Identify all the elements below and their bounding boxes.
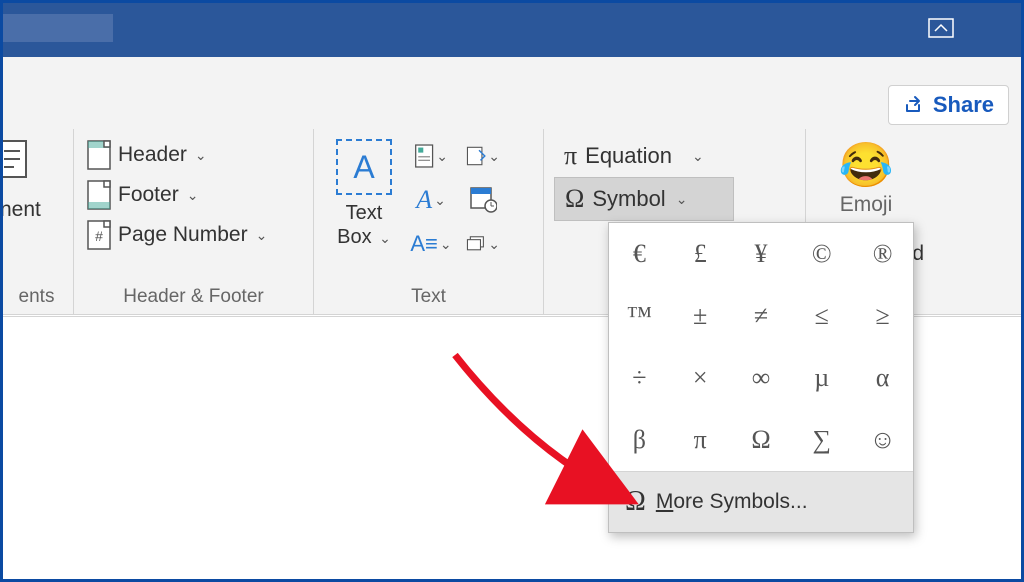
symbol-cell-16[interactable]: π (670, 409, 731, 471)
comments-group: nent ents (0, 129, 74, 314)
symbol-cell-6[interactable]: ± (670, 285, 731, 347)
emoji-button[interactable]: 😂 (816, 139, 916, 191)
signature-line-button[interactable]: ⌄ (466, 139, 500, 173)
chevron-down-icon: ⌄ (676, 191, 688, 208)
text-box-icon: A (336, 139, 392, 195)
equation-button[interactable]: π Equation ⌄ (554, 135, 795, 177)
symbol-cell-10[interactable]: ÷ (609, 347, 670, 409)
footer-button[interactable]: Footer ⌄ (84, 175, 303, 215)
chevron-down-icon: ⌄ (379, 230, 391, 246)
share-button[interactable]: Share (888, 85, 1009, 125)
comment-label-partial: nent (0, 198, 63, 222)
text-group-label: Text (314, 286, 543, 308)
date-time-button[interactable] (466, 183, 500, 217)
object-button[interactable]: ⌄ (466, 227, 500, 261)
more-symbols-button[interactable]: Ω More Symbols... (609, 471, 913, 532)
symbol-button[interactable]: Ω Symbol ⌄ (554, 177, 734, 221)
symbol-cell-1[interactable]: £ (670, 223, 731, 285)
symbol-cell-8[interactable]: ≤ (791, 285, 852, 347)
hf-group-label: Header & Footer (74, 286, 313, 308)
header-footer-group: Header ⌄ Footer ⌄ # Page Number ⌄ Header… (74, 129, 314, 314)
symbol-cell-0[interactable]: € (609, 223, 670, 285)
collapse-ribbon-button[interactable] (928, 18, 954, 38)
symbol-cell-14[interactable]: α (852, 347, 913, 409)
quick-parts-button[interactable]: ⌄ (414, 139, 448, 173)
title-bar (0, 0, 1024, 57)
symbol-cell-11[interactable]: × (670, 347, 731, 409)
header-label: Header (118, 143, 187, 167)
header-button[interactable]: Header ⌄ (84, 135, 303, 175)
chevron-down-icon: ⌄ (692, 148, 704, 165)
svg-text:#: # (95, 228, 103, 244)
symbol-cell-15[interactable]: β (609, 409, 670, 471)
chevron-down-icon: ⌄ (195, 147, 207, 164)
comment-icon[interactable] (0, 139, 36, 187)
keyboard-partial-label: d (912, 242, 924, 266)
symbol-dropdown-panel: €£¥©®™±≠≤≥÷×∞µαβπΩ∑☺ Ω More Symbols... (608, 222, 914, 533)
symbol-cell-2[interactable]: ¥ (731, 223, 792, 285)
omega-icon: Ω (625, 486, 646, 518)
pi-icon: π (564, 141, 577, 171)
symbol-cell-13[interactable]: µ (791, 347, 852, 409)
symbol-cell-12[interactable]: ∞ (731, 347, 792, 409)
chevron-down-icon: ⌄ (256, 227, 268, 244)
symbol-cell-4[interactable]: ® (852, 223, 913, 285)
text-group: A Text Box ⌄ ⌄ ⌄ A⌄ A≡⌄ ⌄ Text (314, 129, 544, 314)
equation-label: Equation (585, 143, 672, 169)
page-number-label: Page Number (118, 223, 248, 247)
symbol-cell-18[interactable]: ∑ (791, 409, 852, 471)
symbol-label: Symbol (592, 186, 665, 212)
page-number-icon: # (86, 219, 112, 251)
footer-label: Footer (118, 183, 179, 207)
symbol-cell-17[interactable]: Ω (731, 409, 792, 471)
more-symbols-label: More Symbols... (656, 490, 808, 514)
wordart-button[interactable]: A⌄ (414, 183, 448, 217)
omega-icon: Ω (565, 184, 584, 214)
chevron-down-icon: ⌄ (187, 187, 199, 204)
page-number-button[interactable]: # Page Number ⌄ (84, 215, 303, 255)
drop-cap-button[interactable]: A≡⌄ (414, 227, 448, 261)
symbol-cell-19[interactable]: ☺ (852, 409, 913, 471)
comments-group-label: ents (0, 286, 73, 308)
document-name-placeholder (3, 14, 113, 42)
symbol-cell-7[interactable]: ≠ (731, 285, 792, 347)
share-icon (903, 94, 925, 116)
symbol-cell-5[interactable]: ™ (609, 285, 670, 347)
symbol-cell-9[interactable]: ≥ (852, 285, 913, 347)
symbol-cell-3[interactable]: © (791, 223, 852, 285)
header-icon (86, 139, 112, 171)
text-box-label: Text Box (337, 202, 382, 248)
emoji-label: Emoji (816, 193, 916, 217)
share-label: Share (933, 92, 994, 118)
footer-icon (86, 179, 112, 211)
